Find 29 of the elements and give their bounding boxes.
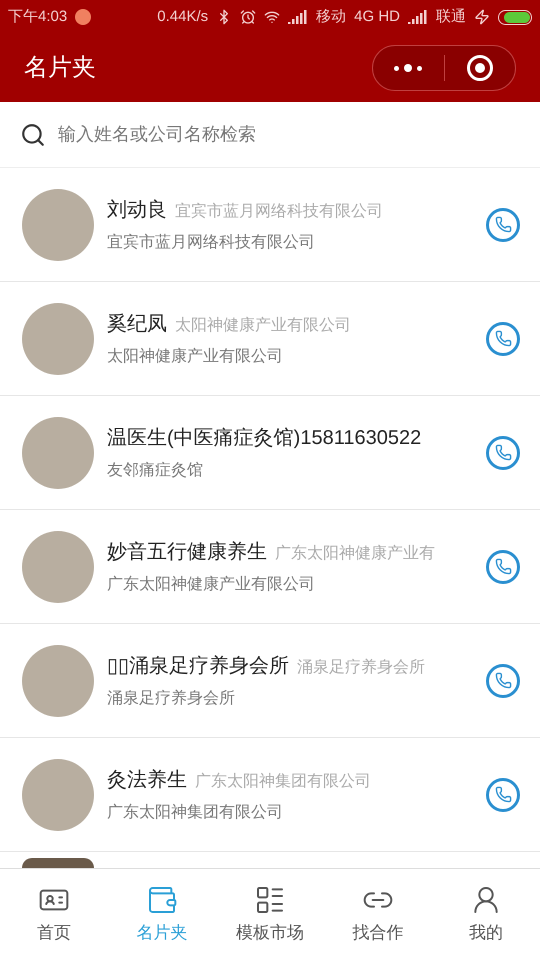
contact-name: 奚纪凤 (107, 312, 167, 336)
contact-name: 妙音五行健康养生 (107, 540, 267, 564)
network-type: 4G HD (354, 6, 400, 27)
contact-company: 宜宾市蓝月网络科技有限公司 (107, 232, 316, 252)
search-field[interactable]: 输入姓名或公司名称检索 (0, 102, 540, 168)
tab-item[interactable]: 我的 (432, 869, 540, 960)
contact-name: 刘动良 (107, 198, 167, 222)
contact-company: 涌泉足疗养身会所 (297, 658, 425, 678)
contact-company: 广东太阳神健康产业有限公司 (107, 574, 316, 594)
tab-item[interactable]: 找合作 (324, 869, 432, 960)
page-title: 名片夹 (24, 53, 97, 83)
tab-item[interactable]: 首页 (0, 869, 108, 960)
contact-company: 广东太阳神健康产业有 (275, 544, 435, 564)
status-time: 下午4:03 (8, 6, 68, 27)
contact-company: 太阳神健康产业有限公司 (175, 316, 351, 336)
contact-company: 广东太阳神集团有限公司 (195, 772, 371, 792)
contact-name: 温医生(中医痛症灸馆)15811630522 (107, 426, 422, 450)
contact-company: 广东太阳神集团有限公司 (107, 802, 284, 822)
contact-company: 涌泉足疗养身会所 (107, 688, 236, 708)
contact-company: 太阳神健康产业有限公司 (107, 346, 284, 366)
carrier-name: 联通 (436, 6, 466, 27)
contact-company: 宜宾市蓝月网络科技有限公司 (175, 202, 383, 222)
search-input[interactable]: 输入姓名或公司名称检索 (58, 121, 520, 148)
contact-company: 友邻痛症灸馆 (107, 460, 204, 480)
contact-name: ▯▯涌泉足疗养身会所 (107, 654, 289, 678)
carrier-name: 移动 (316, 6, 346, 27)
tab-item[interactable]: 模板市场 (216, 869, 324, 960)
contact-name: 灸法养生 (107, 768, 187, 792)
network-speed: 0.44K/s (157, 6, 208, 27)
